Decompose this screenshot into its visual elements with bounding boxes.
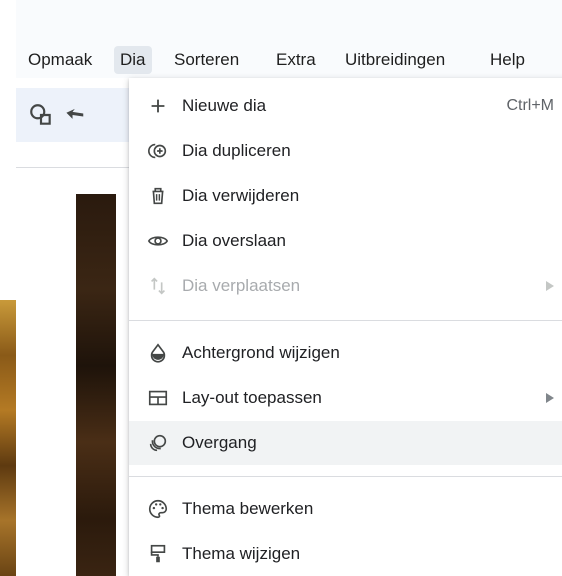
menu-item-label: Thema wijzigen: [182, 544, 301, 563]
dia-dropdown-menu: Nieuwe dia Ctrl+M Dia dupliceren Dia ver…: [129, 78, 562, 576]
menu-item-overgang[interactable]: Overgang: [129, 421, 562, 465]
menu-item-label: Dia overslaan: [182, 231, 286, 250]
menu-opmaak[interactable]: Opmaak: [22, 46, 98, 74]
menu-item-nieuwe-dia[interactable]: Nieuwe dia Ctrl+M: [129, 84, 562, 128]
menu-item-dia-verplaatsen: Dia verplaatsen: [129, 264, 562, 308]
slides-app-window: Opmaak Dia Sorteren Extra Uitbreidingen …: [16, 0, 562, 576]
layout-icon: [148, 390, 168, 406]
menu-item-thema-wijzigen[interactable]: Thema wijzigen: [129, 532, 562, 576]
slide-image[interactable]: [76, 194, 116, 576]
plus-icon: [151, 99, 165, 113]
menu-extra[interactable]: Extra: [270, 46, 322, 74]
duplicate-icon: [148, 143, 167, 159]
paint-roller-icon: [150, 544, 166, 563]
menu-item-thema-bewerken[interactable]: Thema bewerken: [129, 487, 562, 531]
menu-divider: [129, 476, 562, 477]
eye-icon: [147, 236, 169, 246]
menu-divider: [129, 320, 562, 321]
menu-bar: Opmaak Dia Sorteren Extra Uitbreidingen …: [16, 40, 562, 78]
select-arrow-icon[interactable]: [64, 102, 90, 128]
shapes-icon[interactable]: [28, 102, 54, 128]
menu-item-label: Dia verwijderen: [182, 186, 300, 205]
fill-drop-icon: [150, 343, 166, 363]
shortcut-label: Ctrl+M: [506, 97, 554, 114]
menu-item-dia-overslaan[interactable]: Dia overslaan: [129, 219, 562, 263]
background-photo-strip: [0, 300, 16, 576]
menu-item-label: Achtergrond wijzigen: [182, 343, 340, 362]
menu-item-lay-out-toepassen[interactable]: Lay-out toepassen: [129, 376, 562, 420]
menu-item-label: Overgang: [182, 433, 257, 452]
menu-item-label: Lay-out toepassen: [182, 388, 322, 407]
menu-item-achtergrond-wijzigen[interactable]: Achtergrond wijzigen: [129, 331, 562, 375]
move-icon: [150, 277, 166, 295]
trash-icon: [152, 187, 164, 205]
menu-uitbreidingen[interactable]: Uitbreidingen: [339, 46, 451, 74]
submenu-arrow-icon: [546, 281, 554, 291]
palette-icon: [149, 499, 168, 519]
submenu-arrow-icon: [546, 393, 554, 403]
menu-item-label: Dia verplaatsen: [182, 276, 301, 295]
menu-item-dia-verwijderen[interactable]: Dia verwijderen: [129, 174, 562, 218]
menu-item-label: Thema bewerken: [182, 499, 314, 518]
transition-icon: [149, 434, 167, 452]
menu-help[interactable]: Help: [484, 46, 531, 74]
menu-item-label: Dia dupliceren: [182, 141, 291, 160]
menu-dia[interactable]: Dia: [114, 46, 152, 74]
menu-item-dia-dupliceren[interactable]: Dia dupliceren: [129, 129, 562, 173]
title-area: [16, 0, 562, 40]
menu-sorteren[interactable]: Sorteren: [168, 46, 245, 74]
menu-item-label: Nieuwe dia: [182, 96, 267, 115]
